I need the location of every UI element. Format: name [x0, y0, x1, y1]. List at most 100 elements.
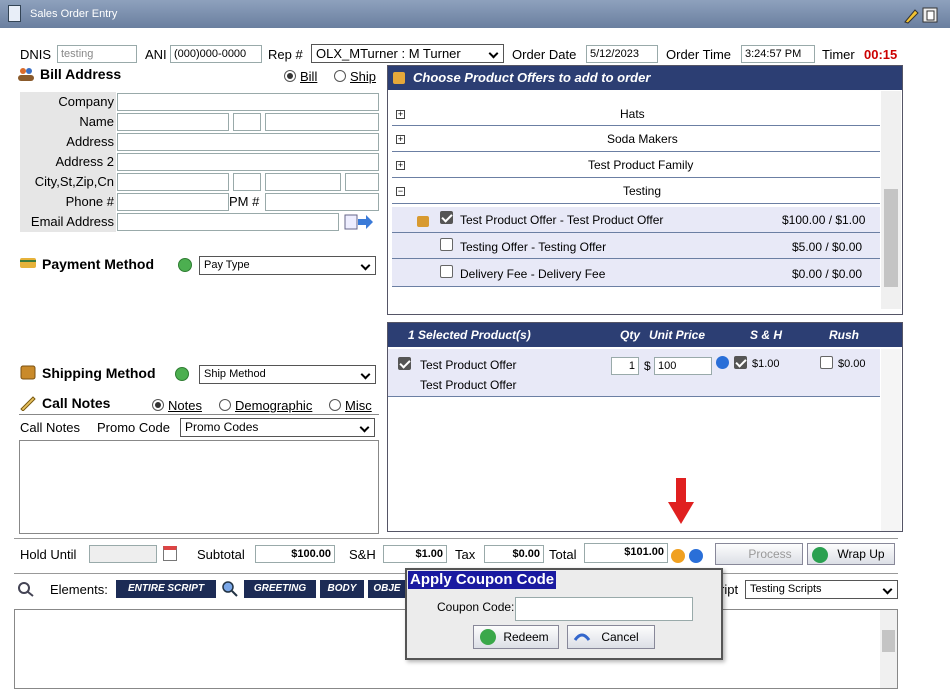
- email-label: Email Address: [30, 214, 114, 229]
- selected-products-header: 1 Selected Product(s) Qty Unit Price S &…: [388, 323, 902, 347]
- greeting-button[interactable]: GREETING: [244, 580, 316, 598]
- offer-label: Test Product Offer - Test Product Offer: [460, 213, 664, 227]
- promo-code-select[interactable]: Promo Codes: [180, 418, 375, 437]
- scrollbar-thumb[interactable]: [884, 189, 898, 287]
- pay-type-select[interactable]: Pay Type: [199, 256, 376, 275]
- offer-row[interactable]: Testing Offer - Testing Offer $5.00 / $0…: [392, 233, 880, 259]
- edit-tools-icon[interactable]: [903, 6, 941, 24]
- process-button[interactable]: Process: [715, 543, 803, 565]
- family-row[interactable]: + Test Product Family: [392, 152, 880, 178]
- wrap-up-label: Wrap Up: [837, 547, 885, 561]
- email-field[interactable]: [117, 213, 339, 231]
- offer-price: $0.00 / $0.00: [792, 267, 863, 281]
- family-row[interactable]: + Hats: [392, 101, 880, 126]
- family-label: Soda Makers: [607, 132, 678, 146]
- rush-checkbox[interactable]: [820, 356, 833, 369]
- address-label: Address: [66, 134, 114, 149]
- selected-product-row[interactable]: Test Product Offer Test Product Offer 1 …: [388, 349, 880, 397]
- demographic-radio-label: Demographic: [235, 398, 313, 413]
- offer-checkbox[interactable]: [440, 265, 453, 278]
- promo-code-label: Promo Code: [97, 420, 170, 435]
- offer-checkbox[interactable]: [440, 238, 453, 251]
- redeem-button[interactable]: Redeem: [473, 625, 559, 649]
- script-scrollbar[interactable]: [880, 610, 897, 688]
- selected-product-name: Test Product Offer: [420, 358, 517, 372]
- family-label: Hats: [620, 107, 645, 121]
- state-field[interactable]: [233, 173, 261, 191]
- qty-field[interactable]: 1: [611, 357, 639, 375]
- sh-total-field: $1.00: [383, 545, 447, 563]
- zip-field[interactable]: [265, 173, 341, 191]
- lookup-arrow-icon[interactable]: [344, 214, 374, 230]
- family-row[interactable]: + Soda Makers: [392, 126, 880, 152]
- offer-row[interactable]: Delivery Fee - Delivery Fee $0.00 / $0.0…: [392, 259, 880, 287]
- address2-field[interactable]: [117, 153, 379, 171]
- calendar-icon[interactable]: [163, 546, 177, 561]
- currency-symbol: $: [644, 359, 651, 373]
- entire-script-button[interactable]: ENTIRE SCRIPT: [116, 580, 216, 598]
- pm-field[interactable]: [265, 193, 379, 211]
- info-icon[interactable]: [689, 549, 703, 563]
- offer-price: $5.00 / $0.00: [792, 240, 863, 254]
- unit-price-field[interactable]: 100: [654, 357, 712, 375]
- offers-scrollbar[interactable]: [881, 91, 901, 309]
- call-notes-title: Call Notes: [42, 395, 111, 411]
- first-name-field[interactable]: [117, 113, 229, 131]
- offer-checkbox[interactable]: [440, 211, 453, 224]
- selected-scrollbar[interactable]: [881, 349, 901, 531]
- sh-checkbox[interactable]: [734, 356, 747, 369]
- offer-row[interactable]: Test Product Offer - Test Product Offer …: [392, 207, 880, 233]
- selected-checkbox[interactable]: [398, 357, 411, 370]
- wrap-up-button[interactable]: Wrap Up: [807, 543, 895, 565]
- ship-method-select[interactable]: Ship Method: [199, 365, 376, 384]
- tax-field: $0.00: [484, 545, 544, 563]
- dnis-field[interactable]: testing: [57, 45, 137, 63]
- middle-initial-field[interactable]: [233, 113, 261, 131]
- body-button[interactable]: BODY: [320, 580, 364, 598]
- bill-address-title: Bill Address: [40, 66, 122, 82]
- coupon-icon[interactable]: [671, 549, 685, 563]
- objections-button[interactable]: OBJE: [368, 580, 406, 598]
- check-icon: [480, 629, 496, 645]
- rep-select[interactable]: OLX_MTurner : M Turner: [311, 44, 504, 63]
- ani-field[interactable]: (000)000-0000: [170, 45, 262, 63]
- phone-field[interactable]: [117, 193, 229, 211]
- ship-radio[interactable]: [334, 70, 346, 82]
- script-select[interactable]: Testing Scripts: [745, 580, 898, 599]
- product-offers-header: Choose Product Offers to add to order: [388, 66, 902, 90]
- help-icon[interactable]: [175, 367, 189, 381]
- address-field[interactable]: [117, 133, 379, 151]
- hold-until-field[interactable]: [89, 545, 157, 563]
- misc-radio[interactable]: [329, 399, 341, 411]
- country-field[interactable]: [345, 173, 379, 191]
- order-date-field[interactable]: 5/12/2023: [586, 45, 658, 63]
- notes-radio[interactable]: [152, 399, 164, 411]
- order-time-field[interactable]: 3:24:57 PM: [741, 45, 815, 63]
- city-field[interactable]: [117, 173, 229, 191]
- company-field[interactable]: [117, 93, 379, 111]
- divider: [19, 414, 379, 415]
- shipping-box-icon: [20, 365, 36, 380]
- unit-price-header: Unit Price: [649, 328, 706, 342]
- rush-header: Rush: [829, 328, 859, 342]
- demographic-radio[interactable]: [219, 399, 231, 411]
- search-icon[interactable]: [221, 580, 239, 598]
- payment-icon: [20, 258, 36, 268]
- undo-icon: [573, 633, 591, 641]
- bill-radio[interactable]: [284, 70, 296, 82]
- family-row-expanded[interactable]: − Testing: [392, 178, 880, 204]
- info-icon[interactable]: [716, 356, 729, 369]
- help-icon[interactable]: [178, 258, 192, 272]
- window-titlebar: Sales Order Entry: [0, 0, 950, 28]
- phone-label: Phone #: [65, 194, 114, 209]
- notes-icon: [20, 396, 36, 411]
- coupon-code-input[interactable]: [515, 597, 693, 621]
- call-notes-textarea[interactable]: [19, 440, 379, 534]
- address2-label: Address 2: [55, 154, 114, 169]
- last-name-field[interactable]: [265, 113, 379, 131]
- company-label: Company: [58, 94, 114, 109]
- cancel-button[interactable]: Cancel: [567, 625, 655, 649]
- red-arrow-icon: [668, 478, 694, 524]
- coupon-dialog-title: Apply Coupon Code: [408, 571, 557, 589]
- offer-label: Delivery Fee - Delivery Fee: [460, 267, 606, 281]
